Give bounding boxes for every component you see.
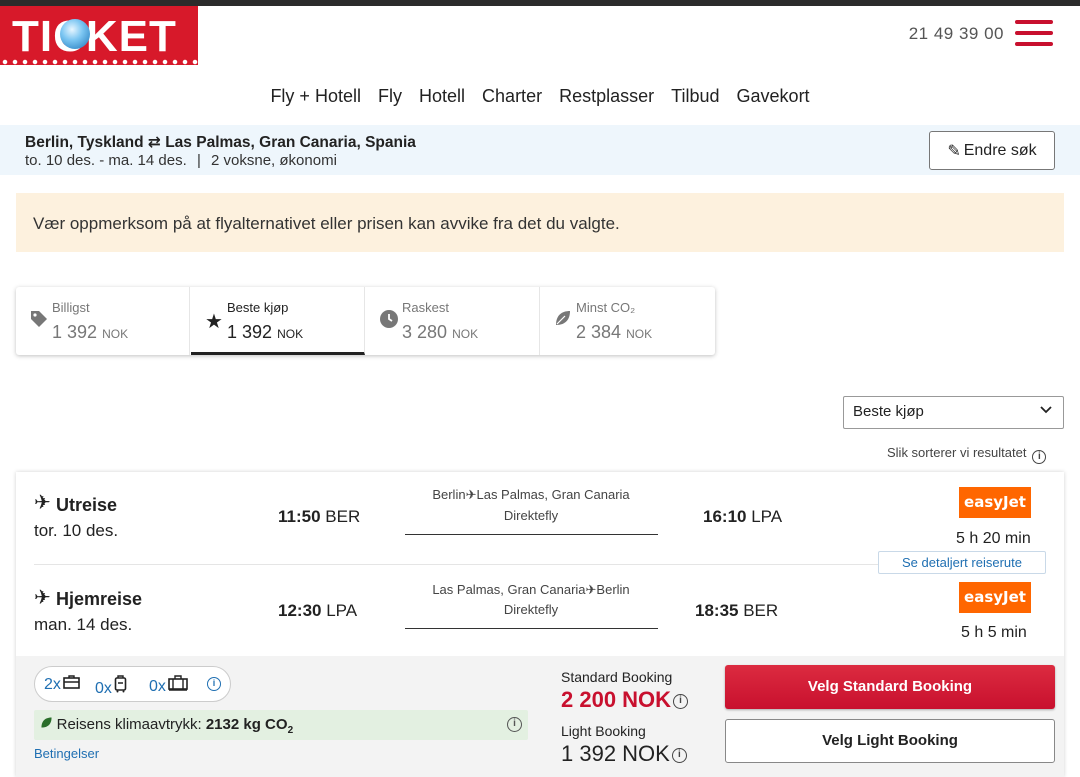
- route-line: [405, 534, 658, 535]
- arrival: 16:10 LPA: [703, 507, 783, 526]
- tab-name: Minst CO₂: [576, 300, 636, 315]
- tab-raskest[interactable]: Raskest 3 280 NOK: [366, 287, 540, 355]
- tab-billigst[interactable]: Billigst 1 392 NOK: [16, 287, 190, 355]
- trip-details: to. 10 des. - ma. 14 des. | 2 voksne, øk…: [25, 152, 337, 169]
- flight-result-card: ✈ Utreise tor. 10 des. 11:50 BER Berlin✈…: [16, 472, 1064, 777]
- tab-price: 2 384 NOK: [576, 322, 653, 342]
- cabin-bag-icon: [114, 675, 127, 697]
- route-line: [405, 628, 658, 629]
- booking-panel: 2x 0x 0x i Reisens klimaavtrykk: 2132 kg…: [16, 656, 1064, 777]
- nav-item-hotell[interactable]: Hotell: [419, 86, 465, 106]
- nav-item-tilbud[interactable]: Tilbud: [671, 86, 719, 106]
- star-icon: ★: [205, 311, 223, 333]
- plane-icon: ✈: [465, 487, 477, 502]
- main-nav: Fly + Hotell Fly Hotell Charter Restplas…: [0, 86, 1080, 107]
- origin: Berlin, Tyskland: [25, 134, 144, 151]
- ticket-perforation: [0, 59, 198, 65]
- leg-date: man. 14 des.: [34, 615, 133, 634]
- leaf-icon: [552, 309, 574, 333]
- hamburger-menu-icon[interactable]: [1015, 20, 1053, 46]
- info-icon[interactable]: i: [673, 694, 689, 709]
- info-icon[interactable]: i: [1032, 450, 1047, 464]
- tab-minst-co2[interactable]: Minst CO₂ 2 384 NOK: [540, 287, 714, 355]
- baggage-summary[interactable]: 2x 0x 0x i: [34, 666, 231, 702]
- light-booking-price: 1 392 NOK i: [561, 741, 687, 767]
- sort-tabs: Billigst 1 392 NOK ★ Beste kjøp 1 392 NO…: [16, 287, 715, 355]
- destination: Las Palmas, Gran Canaria, Spania: [165, 134, 416, 151]
- pencil-icon: ✎: [947, 142, 961, 160]
- tab-name: Billigst: [52, 300, 90, 315]
- climate-label: Reisens klimaavtrykk:: [56, 716, 202, 733]
- travellers: 2 voksne, økonomi: [211, 152, 337, 169]
- edit-search-button[interactable]: ✎ Endre søk: [929, 131, 1055, 170]
- clock-icon: [378, 309, 400, 335]
- stops: Direktefly: [503, 508, 559, 523]
- arrival: 18:35 BER: [695, 601, 779, 620]
- climate-footprint: Reisens klimaavtrykk: 2132 kg CO2 i: [34, 710, 528, 740]
- tab-beste-kjop[interactable]: ★ Beste kjøp 1 392 NOK: [191, 287, 365, 355]
- separator: |: [196, 152, 201, 169]
- search-summary: Berlin, Tyskland ⇄ Las Palmas, Gran Cana…: [0, 125, 1080, 175]
- cabin-bag-count: 0x: [95, 675, 127, 698]
- info-icon[interactable]: i: [671, 748, 687, 763]
- tab-price: 3 280 NOK: [402, 322, 479, 342]
- tab-name: Beste kjøp: [227, 300, 289, 315]
- notice-banner: Vær oppmerksom på at flyalternativet ell…: [16, 193, 1064, 252]
- nav-item-gavekort[interactable]: Gavekort: [737, 86, 810, 106]
- edit-search-label: Endre søk: [963, 141, 1037, 159]
- select-light-booking-button[interactable]: Velg Light Booking: [725, 719, 1055, 763]
- nav-item-fly[interactable]: Fly: [378, 86, 402, 106]
- nav-item-restplasser[interactable]: Restplasser: [559, 86, 654, 106]
- sort-explanation[interactable]: Slik sorterer vi resultatet i: [887, 445, 1047, 464]
- terms-link[interactable]: Betingelser: [34, 746, 99, 761]
- globe-icon: [60, 19, 90, 49]
- plane-return-icon: ✈: [34, 587, 51, 609]
- tab-price: 1 392 NOK: [227, 322, 304, 342]
- route: Berlin, Tyskland ⇄ Las Palmas, Gran Cana…: [25, 133, 416, 152]
- phone-number[interactable]: 21 49 39 00: [909, 24, 1004, 44]
- stops: Direktefly: [503, 602, 559, 617]
- leg-label: Hjemreise: [56, 589, 143, 609]
- suitcase-icon: [168, 675, 188, 695]
- plane-departure-icon: ✈: [34, 492, 51, 514]
- climate-value: 2132 kg CO2: [205, 716, 294, 736]
- travel-dates: to. 10 des. - ma. 14 des.: [25, 152, 187, 169]
- nav-item-charter[interactable]: Charter: [482, 86, 542, 106]
- leg-label: Utreise: [56, 495, 118, 515]
- briefcase-icon: [63, 675, 80, 693]
- checked-bag-count: 0x: [149, 675, 188, 696]
- airline-logo: easyJet: [959, 487, 1031, 518]
- tab-name: Raskest: [402, 300, 449, 315]
- route-cities: Las Palmas, Gran Canaria✈Berlin: [432, 582, 630, 597]
- logo[interactable]: TICKET: [0, 6, 198, 65]
- return-leg: ✈ Hjemreise man. 14 des. 12:30 LPA Las P…: [16, 566, 1064, 658]
- light-booking-label: Light Booking: [561, 723, 646, 739]
- sort-select[interactable]: Beste kjøp: [843, 396, 1064, 429]
- plane-icon: ✈: [585, 582, 597, 597]
- baggage-info-icon[interactable]: i: [207, 677, 221, 691]
- select-standard-booking-button[interactable]: Velg Standard Booking: [725, 665, 1055, 709]
- duration: 5 h 20 min: [956, 530, 1031, 547]
- nav-item-fly-hotell[interactable]: Fly + Hotell: [270, 86, 361, 106]
- departure: 11:50 BER: [278, 507, 361, 526]
- leaf-icon: [40, 717, 57, 732]
- chevron-down-icon: [1039, 402, 1053, 419]
- standard-booking-label: Standard Booking: [561, 669, 673, 685]
- climate-info-icon[interactable]: i: [507, 717, 522, 732]
- duration: 5 h 5 min: [961, 624, 1027, 641]
- airline-logo: easyJet: [959, 582, 1031, 613]
- standard-booking-price: 2 200 NOK i: [561, 687, 689, 713]
- departure: 12:30 LPA: [278, 601, 358, 620]
- handbag-count: 2x: [44, 675, 80, 694]
- leg-date: tor. 10 des.: [34, 521, 119, 540]
- sort-selected: Beste kjøp: [853, 403, 924, 420]
- tag-icon: [28, 309, 50, 335]
- route-cities: Berlin✈Las Palmas, Gran Canaria: [432, 487, 630, 502]
- tab-price: 1 392 NOK: [52, 322, 129, 342]
- swap-icon: ⇄: [147, 134, 161, 151]
- logo-text: TICKET: [12, 12, 177, 61]
